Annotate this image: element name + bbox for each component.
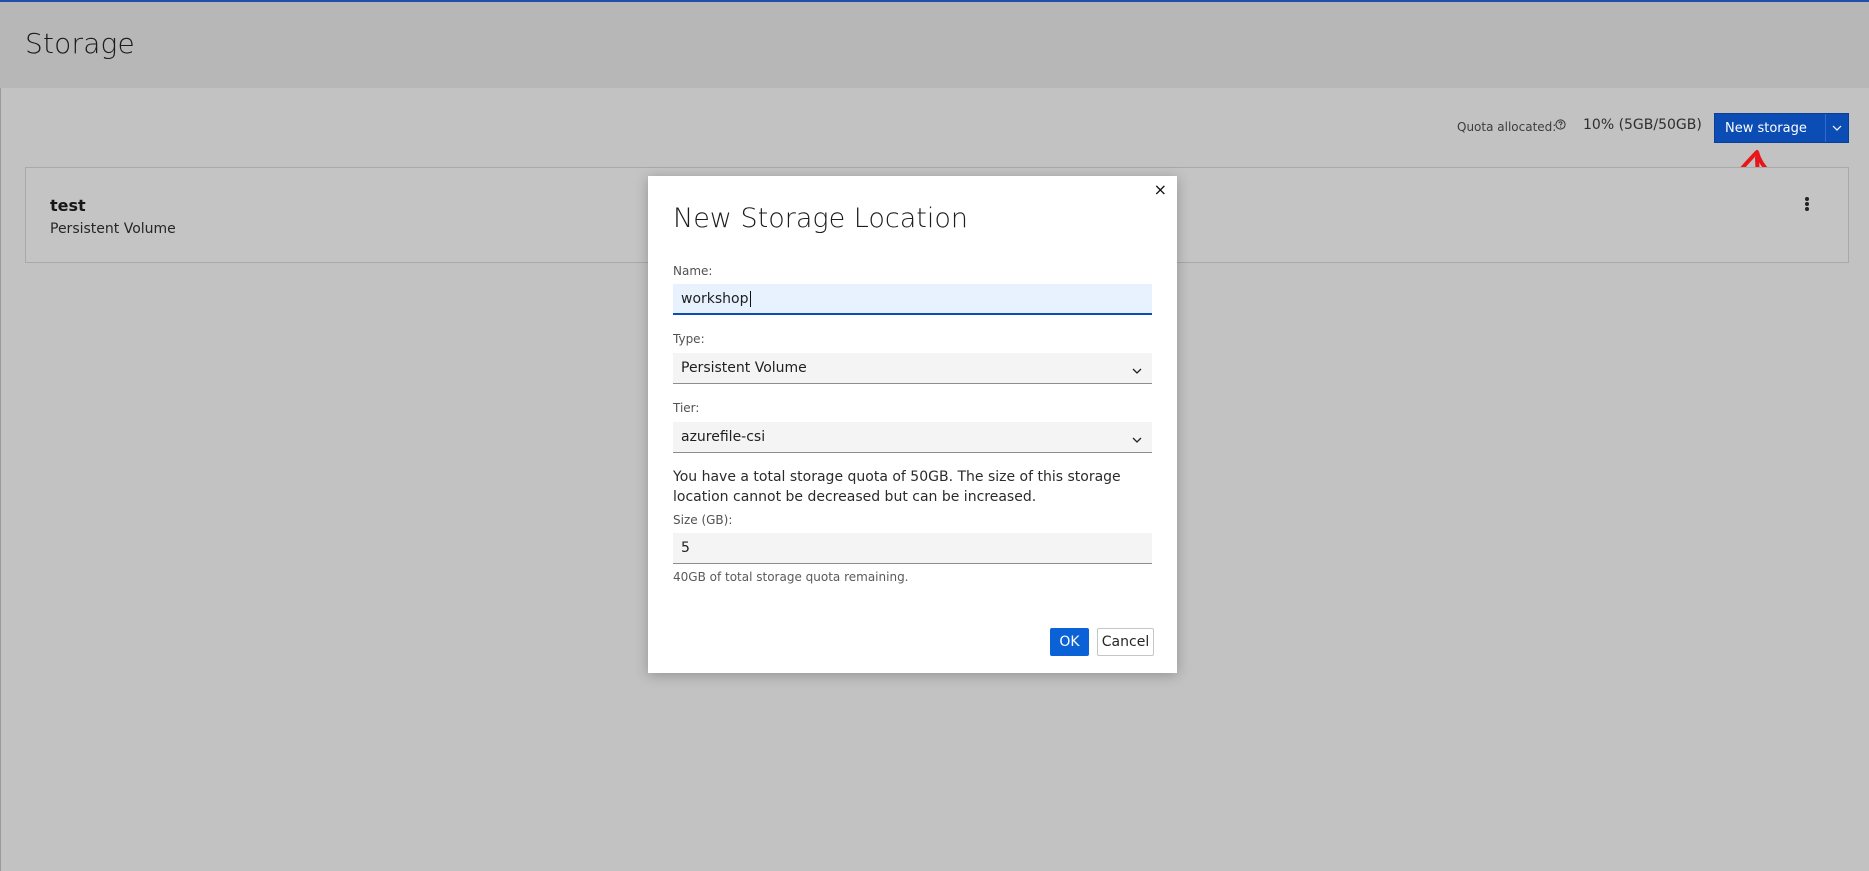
- tier-select[interactable]: azurefile-csi: [673, 422, 1152, 453]
- new-storage-label: New storage: [1725, 120, 1807, 136]
- storage-card-type: Persistent Volume: [50, 221, 176, 237]
- chevron-down-icon: [1132, 431, 1142, 447]
- page-title: Storage: [25, 27, 135, 60]
- type-label: Type:: [673, 332, 705, 346]
- close-icon[interactable]: ×: [1154, 182, 1167, 198]
- quota-label: Quota allocated:: [1457, 120, 1557, 134]
- size-label: Size (GB):: [673, 513, 733, 527]
- name-input-value: workshop: [681, 290, 749, 307]
- kebab-menu-icon[interactable]: [1802, 196, 1812, 216]
- type-select-value: Persistent Volume: [681, 360, 807, 376]
- tier-select-value: azurefile-csi: [681, 429, 766, 445]
- type-select[interactable]: Persistent Volume: [673, 353, 1152, 384]
- cancel-button[interactable]: Cancel: [1097, 628, 1154, 656]
- chevron-down-icon[interactable]: [1826, 125, 1848, 131]
- tier-label: Tier:: [673, 401, 700, 415]
- quota-info-text: You have a total storage quota of 50GB. …: [673, 469, 1121, 505]
- ok-button[interactable]: OK: [1050, 628, 1089, 656]
- size-input[interactable]: 5: [673, 533, 1152, 564]
- storage-card-title: test: [50, 196, 86, 215]
- new-storage-button[interactable]: New storage: [1714, 113, 1849, 143]
- new-storage-modal: × New Storage Location Name: workshop Ty…: [648, 176, 1177, 673]
- quota-value: 10% (5GB/50GB): [1583, 117, 1702, 133]
- size-input-value: 5: [681, 540, 690, 556]
- help-icon[interactable]: [1555, 119, 1566, 130]
- modal-title: New Storage Location: [673, 203, 968, 234]
- page-header: Storage: [0, 2, 1869, 88]
- text-cursor: [749, 290, 751, 307]
- quota-remaining-helper: 40GB of total storage quota remaining.: [673, 570, 909, 584]
- chevron-down-icon: [1132, 362, 1142, 378]
- name-input[interactable]: workshop: [673, 284, 1152, 315]
- name-label: Name:: [673, 264, 713, 278]
